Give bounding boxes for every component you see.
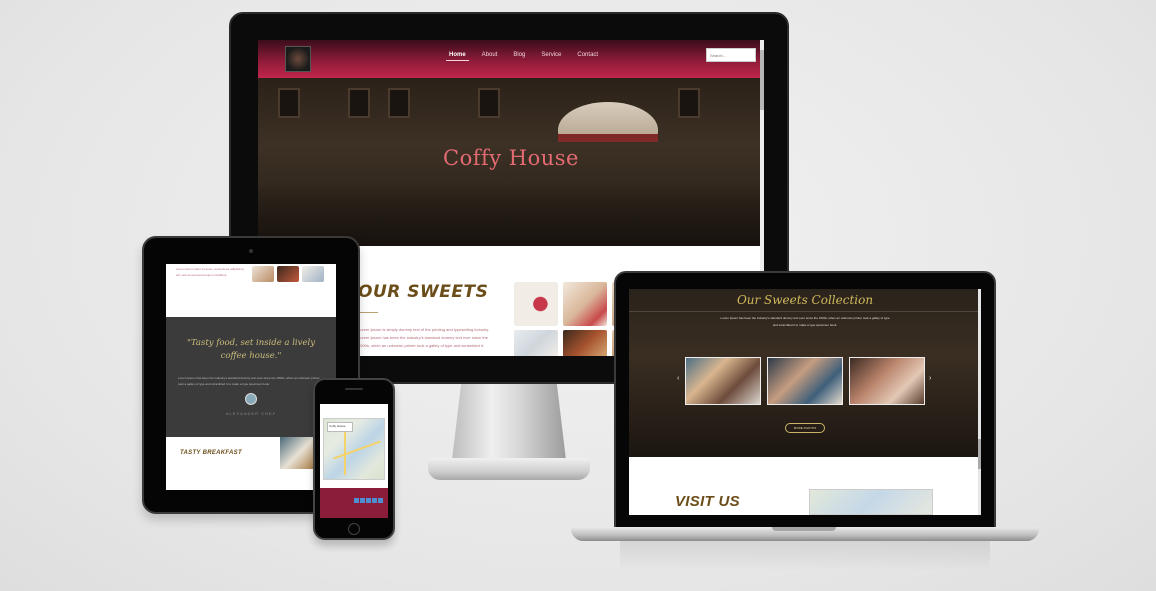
carousel-next-icon[interactable]: › xyxy=(929,375,931,382)
device-mockup-stage: Home About Blog Service Contact Search..… xyxy=(0,0,1156,591)
twitter-icon[interactable] xyxy=(360,498,365,503)
sweets-heading: OUR SWEETS xyxy=(358,282,489,302)
gallery-thumb[interactable] xyxy=(514,282,558,326)
nav-item-home[interactable]: Home xyxy=(446,50,469,61)
laptop-notch xyxy=(772,527,836,531)
phone-footer xyxy=(320,488,388,518)
tablet-top-text: Lorem ipsum dolor sit amet, consectetur … xyxy=(176,267,244,277)
location-map[interactable] xyxy=(809,489,933,515)
testimonial-body: Lorem Ipsum has been the industry's stan… xyxy=(178,376,320,386)
collection-text: Lorem Ipsum has been the industry's stan… xyxy=(720,316,890,327)
laptop: Our Sweets Collection Lorem Ipsum has be… xyxy=(614,271,996,529)
phone: Coffy House xyxy=(313,378,395,540)
nav-item-service[interactable]: Service xyxy=(538,50,564,61)
visit-heading: VISIT US xyxy=(675,493,740,510)
collection-title: Our Sweets Collection xyxy=(736,293,874,307)
gallery-thumb[interactable] xyxy=(252,266,274,282)
divider xyxy=(629,311,981,312)
breakfast-section: TASTY BREAKFAST xyxy=(166,437,336,490)
map-road xyxy=(333,440,381,460)
hero-lamp xyxy=(558,102,658,142)
instagram-icon[interactable] xyxy=(378,498,383,503)
map-place-label: Coffy House xyxy=(327,422,353,432)
scrollbar-thumb[interactable] xyxy=(978,439,981,469)
linkedin-icon[interactable] xyxy=(372,498,377,503)
map-road xyxy=(344,429,346,475)
laptop-reflection xyxy=(620,541,990,571)
nav-item-blog[interactable]: Blog xyxy=(510,50,528,61)
carousel-photo[interactable] xyxy=(767,357,843,405)
phone-screen: Coffy House xyxy=(320,404,388,518)
location-map[interactable]: Coffy House xyxy=(323,418,385,480)
social-links xyxy=(354,498,383,503)
carousel-prev-icon[interactable]: ‹ xyxy=(677,375,679,382)
site-logo[interactable] xyxy=(285,46,311,72)
heading-divider xyxy=(358,312,378,313)
nav-item-contact[interactable]: Contact xyxy=(574,50,601,61)
hero-frame xyxy=(478,88,500,118)
testimonial-quote: "Tasty food, set inside a lively coffee … xyxy=(186,338,315,361)
carousel-photo[interactable] xyxy=(685,357,761,405)
scrollbar-thumb[interactable] xyxy=(760,50,764,110)
google-icon[interactable] xyxy=(366,498,371,503)
gallery-thumb[interactable] xyxy=(563,282,607,326)
testimonial-section: "Tasty food, set inside a lively coffee … xyxy=(166,317,336,437)
hero-banner: Coffy House xyxy=(258,78,764,246)
hero-frame xyxy=(388,88,410,118)
scrollbar[interactable] xyxy=(978,289,981,515)
camera-icon xyxy=(249,249,253,253)
home-button[interactable] xyxy=(348,523,360,535)
monitor-stand-base xyxy=(428,458,590,480)
monitor-stand xyxy=(452,384,566,460)
hero-frame xyxy=(278,88,300,118)
tablet-screen: Lorem ipsum dolor sit amet, consectetur … xyxy=(166,264,336,490)
testimonial-author: ALEXANDER CHEF xyxy=(225,411,277,416)
site-navbar: Home About Blog Service Contact Search..… xyxy=(258,40,764,78)
hero-frame xyxy=(678,88,700,118)
breakfast-heading: TASTY BREAKFAST xyxy=(180,450,242,456)
sweets-collection-section: Our Sweets Collection Lorem Ipsum has be… xyxy=(629,289,981,457)
sweets-paragraph: Lorem Ipsum is simply dummy text of the … xyxy=(358,327,490,348)
carousel-photo[interactable] xyxy=(849,357,925,405)
facebook-icon[interactable] xyxy=(354,498,359,503)
gallery-thumb[interactable] xyxy=(277,266,299,282)
hero-frame xyxy=(348,88,370,118)
gallery-thumb[interactable] xyxy=(302,266,324,282)
site-menu: Home About Blog Service Contact xyxy=(446,50,601,61)
hero-title: Coffy House xyxy=(443,146,579,170)
search-input[interactable]: Search... xyxy=(706,48,756,62)
speaker-icon xyxy=(345,388,363,390)
tablet-top-section: Lorem ipsum dolor sit amet, consectetur … xyxy=(166,264,336,316)
nav-item-about[interactable]: About xyxy=(479,50,501,61)
more-photos-button[interactable]: MORE PHOTOS xyxy=(785,423,825,433)
avatar xyxy=(245,393,257,405)
laptop-screen: Our Sweets Collection Lorem Ipsum has be… xyxy=(629,289,981,515)
